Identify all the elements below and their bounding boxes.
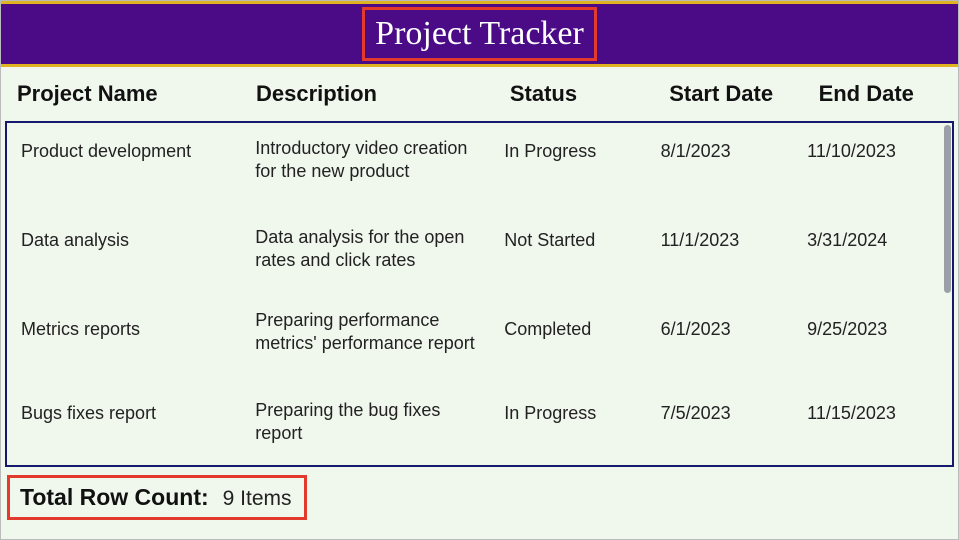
cell-name: Product development (13, 137, 247, 186)
footer: Total Row Count: 9 Items (1, 475, 958, 520)
cell-desc: Preparing performance metrics' performan… (247, 309, 496, 353)
cell-start: 8/1/2023 (653, 137, 800, 186)
cell-desc: Data analysis for the open rates and cli… (247, 226, 496, 275)
row-count-label: Total Row Count: (20, 484, 209, 511)
table-row[interactable]: Bugs fixes report Preparing the bug fixe… (7, 389, 942, 458)
cell-desc: Preparing the bug fixes report (247, 399, 496, 448)
table-body-wrap: Product development Introductory video c… (5, 121, 954, 467)
cell-name: Data analysis (13, 226, 247, 275)
page-title: Project Tracker (375, 15, 584, 53)
table-row[interactable]: Product development Introductory video c… (7, 127, 942, 216)
col-header-status: Status (502, 77, 661, 111)
scroll-thumb[interactable] (944, 125, 951, 293)
cell-end: 11/15/2023 (799, 399, 936, 448)
col-header-name: Project Name (9, 77, 248, 111)
vertical-scrollbar[interactable] (942, 123, 952, 465)
table-row[interactable]: Metrics reports Preparing performance me… (7, 305, 942, 389)
table-body[interactable]: Product development Introductory video c… (7, 123, 942, 465)
col-header-start: Start Date (661, 77, 810, 111)
cell-start: 6/1/2023 (653, 315, 800, 359)
cell-desc: Introductory video creation for the new … (247, 137, 496, 186)
col-header-desc: Description (248, 77, 502, 111)
cell-end: 3/31/2024 (799, 226, 936, 275)
cell-status: Completed (496, 315, 652, 359)
table-row[interactable]: Data analysis Data analysis for the open… (7, 216, 942, 305)
title-highlight-box: Project Tracker (362, 7, 597, 61)
cell-status: In Progress (496, 137, 652, 186)
project-tracker-panel: Project Tracker Project Name Description… (0, 0, 959, 540)
cell-end: 9/25/2023 (799, 315, 936, 359)
cell-status: Not Started (496, 226, 652, 275)
cell-start: 7/5/2023 (653, 399, 800, 448)
cell-start: 11/1/2023 (653, 226, 800, 275)
table-header: Project Name Description Status Start Da… (1, 67, 958, 121)
cell-status: In Progress (496, 399, 652, 448)
row-count-box: Total Row Count: 9 Items (7, 475, 307, 520)
cell-end: 11/10/2023 (799, 137, 936, 186)
cell-name: Metrics reports (13, 315, 247, 359)
cell-name: Bugs fixes report (13, 399, 247, 448)
row-count-value: 9 Items (223, 487, 292, 511)
col-header-end: End Date (811, 77, 950, 111)
title-bar: Project Tracker (1, 1, 958, 67)
